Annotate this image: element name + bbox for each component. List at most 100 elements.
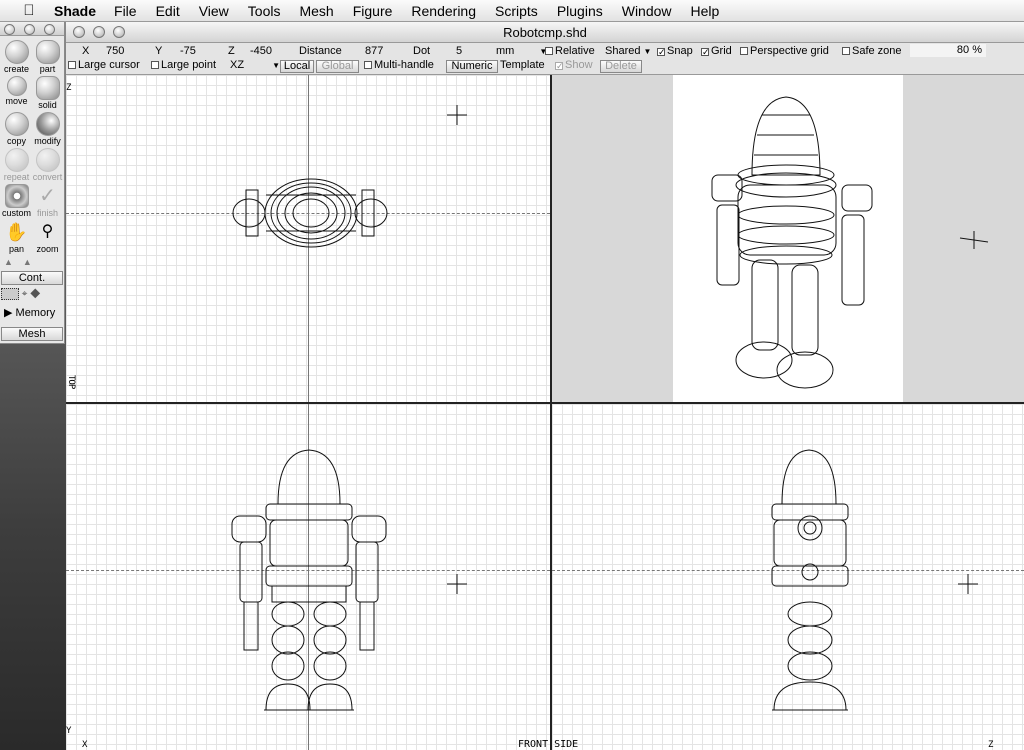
- grid-checkbox[interactable]: ✓Grid: [701, 45, 732, 57]
- local-button[interactable]: Local: [280, 60, 314, 73]
- checkbox-icon: [364, 61, 372, 69]
- tool-part-label: part: [39, 64, 56, 74]
- menu-help[interactable]: Help: [691, 3, 720, 19]
- menu-view[interactable]: View: [199, 3, 229, 19]
- cont-button[interactable]: Cont.: [1, 271, 63, 285]
- shared-select[interactable]: Shared ▼: [605, 45, 651, 57]
- checkbox-icon: [68, 61, 76, 69]
- tool-finish-label: finish: [36, 208, 58, 218]
- tool-move[interactable]: move: [1, 76, 32, 106]
- snap-checkbox[interactable]: ✓Snap: [657, 45, 693, 57]
- side-viewport[interactable]: Z: [552, 404, 1024, 750]
- global-button[interactable]: Global: [316, 60, 359, 73]
- zoom-percent-field[interactable]: 80 %: [910, 44, 986, 57]
- menu-file[interactable]: File: [114, 3, 137, 19]
- robot-front-wireframe: [231, 449, 467, 711]
- checkbox-icon: [151, 61, 159, 69]
- y-label: Y: [155, 45, 163, 57]
- tool-zoom-label: zoom: [36, 244, 59, 254]
- top-view-label: TOP: [66, 375, 76, 389]
- front-viewport[interactable]: Y X: [66, 404, 550, 750]
- part-icon: [35, 40, 60, 64]
- y-value[interactable]: -75: [180, 45, 196, 57]
- selection-mode-row[interactable]: ⌖ ◆: [1, 288, 63, 302]
- tool-pan[interactable]: ✋ pan: [1, 220, 32, 254]
- small-tool-row[interactable]: ▲▲: [4, 257, 62, 267]
- checkbox-checked-icon: ✓: [555, 61, 564, 71]
- dot-value[interactable]: 5: [456, 45, 462, 57]
- plane-select[interactable]: XZ ▼: [230, 59, 280, 71]
- tool-custom[interactable]: custom: [1, 184, 32, 218]
- tool-solid[interactable]: solid: [32, 76, 63, 110]
- z-axis-label: Z: [66, 83, 72, 93]
- show-checkbox[interactable]: ✓Show: [555, 59, 593, 71]
- window-minimize-icon[interactable]: [93, 26, 105, 38]
- repeat-icon: [4, 148, 29, 172]
- palette-minimize-icon[interactable]: [24, 24, 35, 35]
- memory-label: Memory: [15, 307, 56, 319]
- window-titlebar: Robotcmp.shd: [66, 22, 1024, 43]
- top-viewport[interactable]: TOP Z: [66, 75, 550, 403]
- perspective-grid-label: Perspective grid: [750, 45, 829, 57]
- copy-icon: [4, 112, 29, 136]
- tool-repeat-label: repeat: [3, 172, 30, 182]
- document-window: Robotcmp.shd X 750 Y -75 Z -450 Distance…: [66, 22, 1024, 750]
- menu-plugins[interactable]: Plugins: [557, 3, 603, 19]
- palette-titlebar: [0, 22, 64, 36]
- palette-zoom-icon[interactable]: [44, 24, 55, 35]
- sphere-icon: [4, 40, 29, 64]
- tool-modify-label: modify: [34, 136, 61, 146]
- magnifier-icon: ⚲: [41, 223, 54, 240]
- relative-checkbox[interactable]: Relative: [545, 45, 595, 57]
- menu-window[interactable]: Window: [622, 3, 672, 19]
- tool-copy[interactable]: copy: [1, 112, 32, 146]
- app-menu[interactable]: Shade: [54, 3, 96, 19]
- menu-mesh[interactable]: Mesh: [299, 3, 333, 19]
- checkbox-icon: [545, 47, 553, 55]
- tool-convert[interactable]: convert: [32, 148, 63, 182]
- tool-solid-label: solid: [38, 100, 57, 110]
- lasso-select-icon[interactable]: ⌖: [22, 289, 28, 300]
- apple-icon[interactable]: : [14, 2, 44, 19]
- mesh-button[interactable]: Mesh: [1, 327, 63, 341]
- menu-rendering[interactable]: Rendering: [411, 3, 476, 19]
- check-icon: ✓: [39, 185, 56, 207]
- window-close-icon[interactable]: [73, 26, 85, 38]
- menu-tools[interactable]: Tools: [248, 3, 281, 19]
- menu-figure[interactable]: Figure: [353, 3, 393, 19]
- safe-zone-checkbox[interactable]: Safe zone: [842, 45, 902, 57]
- window-zoom-icon[interactable]: [113, 26, 125, 38]
- numeric-button[interactable]: Numeric: [446, 60, 498, 73]
- large-cursor-checkbox[interactable]: Large cursor: [68, 59, 140, 71]
- multi-handle-checkbox[interactable]: Multi-handle: [364, 59, 434, 71]
- plane-value: XZ: [230, 59, 245, 71]
- tool-repeat[interactable]: repeat: [1, 148, 32, 182]
- menu-scripts[interactable]: Scripts: [495, 3, 538, 19]
- snap-label: Snap: [667, 45, 693, 57]
- unit-value: mm: [496, 45, 515, 57]
- robot-side-wireframe: [771, 449, 978, 711]
- robot-perspective-wireframe: [711, 96, 989, 389]
- shared-label: Shared: [605, 45, 641, 57]
- large-point-checkbox[interactable]: Large point: [151, 59, 216, 71]
- distance-value[interactable]: 877: [365, 45, 383, 57]
- unit-select[interactable]: mm ▼: [496, 45, 547, 57]
- dropdown-arrow-icon: ▼: [272, 61, 280, 70]
- z-value[interactable]: -450: [250, 45, 272, 57]
- palette-close-icon[interactable]: [4, 24, 15, 35]
- checkbox-checked-icon: ✓: [701, 47, 710, 57]
- menu-edit[interactable]: Edit: [156, 3, 180, 19]
- z-axis-label-side: Z: [988, 740, 994, 750]
- memory-toggle[interactable]: ▶ Memory: [4, 306, 55, 319]
- tool-create[interactable]: create: [1, 40, 32, 74]
- tool-zoom[interactable]: ⚲ zoom: [32, 220, 63, 254]
- perspective-viewport[interactable]: [552, 75, 1024, 402]
- perspective-grid-checkbox[interactable]: Perspective grid: [740, 45, 829, 57]
- tool-part[interactable]: part: [32, 40, 63, 74]
- x-value[interactable]: 750: [106, 45, 124, 57]
- vertex-select-icon[interactable]: ◆: [30, 289, 40, 300]
- rect-select-icon[interactable]: [1, 288, 19, 300]
- tool-modify[interactable]: modify: [32, 112, 63, 146]
- delete-button[interactable]: Delete: [600, 60, 642, 73]
- tool-finish[interactable]: ✓ finish: [32, 184, 63, 218]
